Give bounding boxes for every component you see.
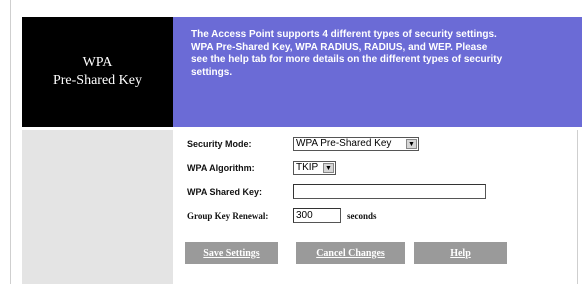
banner-line-3: see the help tab for more details on the… — [191, 54, 503, 65]
help-button[interactable]: Help — [414, 242, 507, 264]
wpa-algorithm-value: TKIP — [296, 162, 319, 173]
page-left-rule — [10, 0, 11, 284]
wpa-shared-key-input[interactable] — [293, 184, 486, 199]
security-mode-value: WPA Pre-Shared Key — [296, 138, 392, 149]
chevron-down-icon[interactable]: ▼ — [323, 163, 334, 173]
banner-line-4: settings. — [191, 66, 233, 78]
left-column — [22, 130, 173, 284]
banner-line-2: WPA Pre-Shared Key, WPA RADIUS, RADIUS, … — [191, 41, 488, 53]
banner-line-1: The Access Point supports 4 different ty… — [191, 29, 497, 40]
security-mode-select[interactable]: WPA Pre-Shared Key ▼ — [293, 137, 419, 151]
section-title: WPA Pre-Shared Key — [22, 17, 173, 127]
group-key-renewal-label: Group Key Renewal: — [187, 211, 269, 221]
cancel-changes-button[interactable]: Cancel Changes — [296, 242, 405, 264]
section-title-line2: Pre-Shared Key — [52, 73, 143, 88]
wpa-algorithm-label: WPA Algorithm: — [187, 163, 255, 173]
wpa-shared-key-label: WPA Shared Key: — [187, 187, 263, 197]
wpa-algorithm-select[interactable]: TKIP ▼ — [293, 161, 336, 175]
chevron-down-icon[interactable]: ▼ — [406, 139, 417, 149]
group-key-renewal-input[interactable]: 300 — [293, 208, 341, 223]
security-mode-label: Security Mode: — [187, 139, 252, 149]
page-right-rule — [577, 130, 578, 284]
info-banner: The Access Point supports 4 different ty… — [173, 17, 582, 127]
seconds-unit: seconds — [347, 211, 377, 221]
save-settings-button[interactable]: Save Settings — [185, 242, 278, 264]
section-title-line1: WPA — [82, 55, 113, 70]
